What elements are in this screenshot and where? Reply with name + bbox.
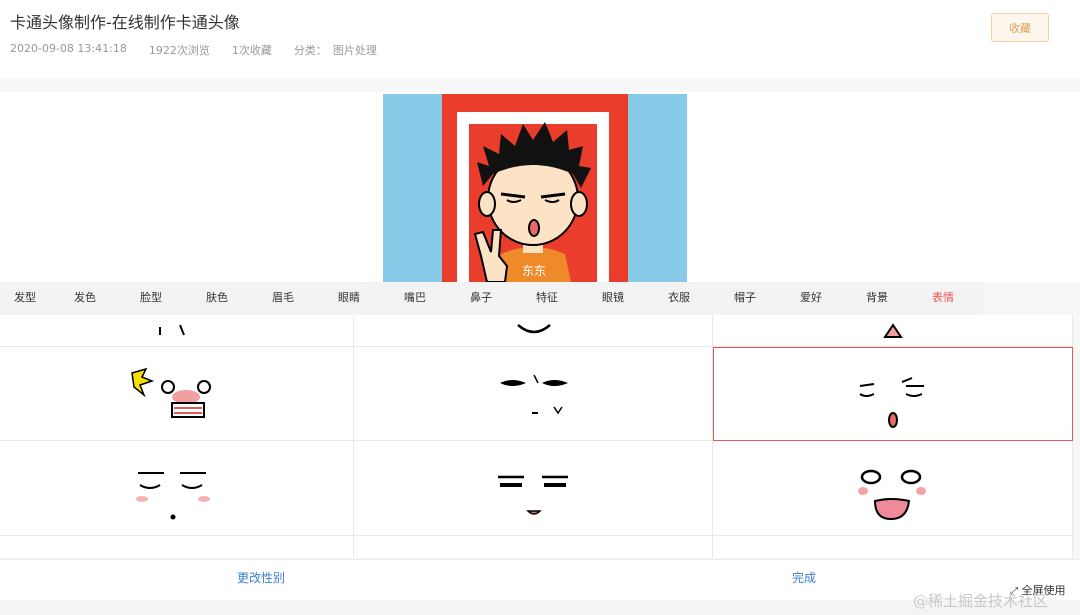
- expression-option[interactable]: [713, 536, 1073, 558]
- watermark: @稀土掘金技术社区: [913, 592, 1049, 610]
- tab-eyebrows[interactable]: 眉毛: [250, 282, 316, 315]
- tab-face-shape[interactable]: 脸型: [118, 282, 184, 315]
- expression-grid: [0, 315, 1073, 558]
- header: 卡通头像制作-在线制作卡通头像 2020-09-08 13:41:18 1922…: [0, 0, 1080, 78]
- expression-option[interactable]: [354, 315, 713, 347]
- expression-option[interactable]: [0, 315, 354, 347]
- category: 分类： 图片处理: [294, 42, 377, 58]
- expression-option[interactable]: [0, 347, 354, 441]
- view-count: 1922次浏览: [148, 44, 210, 57]
- expression-option[interactable]: [0, 441, 354, 536]
- tab-hat[interactable]: 帽子: [712, 282, 778, 315]
- expression-icon: [498, 475, 568, 515]
- tab-hobby[interactable]: 爱好: [778, 282, 844, 315]
- tab-hairstyle[interactable]: 发型: [0, 282, 52, 315]
- publish-date: 2020-09-08 13:41:18: [10, 42, 127, 55]
- tab-clothes[interactable]: 衣服: [646, 282, 712, 315]
- avatar-stage: 东东: [0, 92, 1080, 282]
- expression-icon: [858, 469, 926, 521]
- expression-option[interactable]: [354, 536, 713, 558]
- shirt-text: 东东: [522, 264, 546, 278]
- expression-icon: [159, 324, 185, 336]
- category-link[interactable]: 图片处理: [333, 44, 377, 57]
- expression-option[interactable]: [713, 441, 1073, 536]
- tab-background[interactable]: 背景: [844, 282, 910, 315]
- tab-glasses[interactable]: 眼镜: [580, 282, 646, 315]
- tab-hair-color[interactable]: 发色: [52, 282, 118, 315]
- expression-option[interactable]: [354, 347, 713, 441]
- page-title: 卡通头像制作-在线制作卡通头像: [10, 13, 240, 32]
- done-button[interactable]: 完成: [792, 560, 816, 600]
- expression-icon: [131, 367, 211, 418]
- tab-expression[interactable]: 表情: [910, 282, 976, 315]
- category-tabs: 发型 发色 脸型 肤色 眉毛 眼睛 嘴巴 鼻子 特征 眼镜 衣服 帽子 爱好 背…: [0, 282, 983, 315]
- expression-icon: [136, 472, 210, 520]
- tab-nose[interactable]: 鼻子: [448, 282, 514, 315]
- meta-info: 2020-09-08 13:41:18 1922次浏览 1次收藏 分类： 图片处理: [10, 42, 377, 58]
- expression-icon: [500, 374, 568, 415]
- expression-option-selected[interactable]: [713, 347, 1073, 441]
- expression-icon: [883, 323, 903, 338]
- avatar-illustration: 东东: [442, 94, 628, 282]
- expression-option[interactable]: [0, 536, 354, 558]
- tab-mouth[interactable]: 嘴巴: [382, 282, 448, 315]
- tab-features[interactable]: 特征: [514, 282, 580, 315]
- expression-icon: [859, 377, 924, 428]
- expression-option[interactable]: [354, 441, 713, 536]
- tab-skin-color[interactable]: 肤色: [184, 282, 250, 315]
- change-gender-button[interactable]: 更改性别: [237, 560, 285, 600]
- avatar-preview: 东东: [383, 94, 687, 282]
- category-label: 分类：: [293, 44, 327, 57]
- favorite-button[interactable]: 收藏: [991, 13, 1049, 42]
- expression-option[interactable]: [713, 315, 1073, 347]
- expression-icon: [517, 324, 551, 334]
- favorite-count: 1次收藏: [231, 44, 272, 57]
- tab-eyes[interactable]: 眼睛: [316, 282, 382, 315]
